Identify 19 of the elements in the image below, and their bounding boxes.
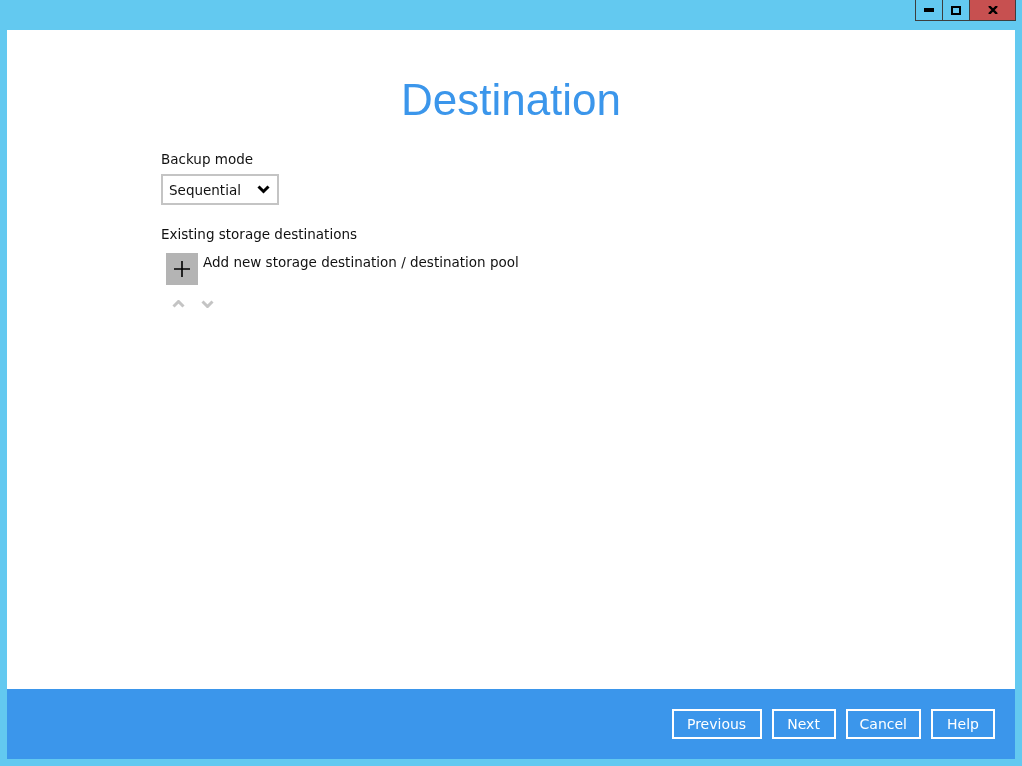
page-title: Destination	[399, 74, 623, 126]
maximize-icon	[951, 5, 961, 15]
chevron-down-icon	[201, 300, 214, 308]
add-destination-label: Add new storage destination / destination pool	[203, 253, 519, 271]
close-icon	[987, 6, 998, 14]
backup-mode-dropdown[interactable]: Sequential	[161, 174, 279, 205]
footer-button[interactable]: Next	[771, 709, 836, 739]
close-button[interactable]	[969, 0, 1016, 21]
add-button[interactable]	[166, 253, 198, 285]
footer-button[interactable]: Help	[931, 709, 995, 739]
section-label: Existing storage destinations	[161, 225, 357, 243]
footer-button[interactable]: Cancel	[845, 709, 921, 739]
chevron-down-icon	[257, 185, 270, 194]
field-label: Backup mode	[161, 150, 254, 168]
footer-button[interactable]: Previous	[671, 709, 762, 739]
minimize-icon	[924, 8, 934, 12]
minimize-button[interactable]	[915, 0, 943, 21]
plus-icon	[174, 261, 190, 277]
chevron-up-icon	[172, 300, 185, 308]
